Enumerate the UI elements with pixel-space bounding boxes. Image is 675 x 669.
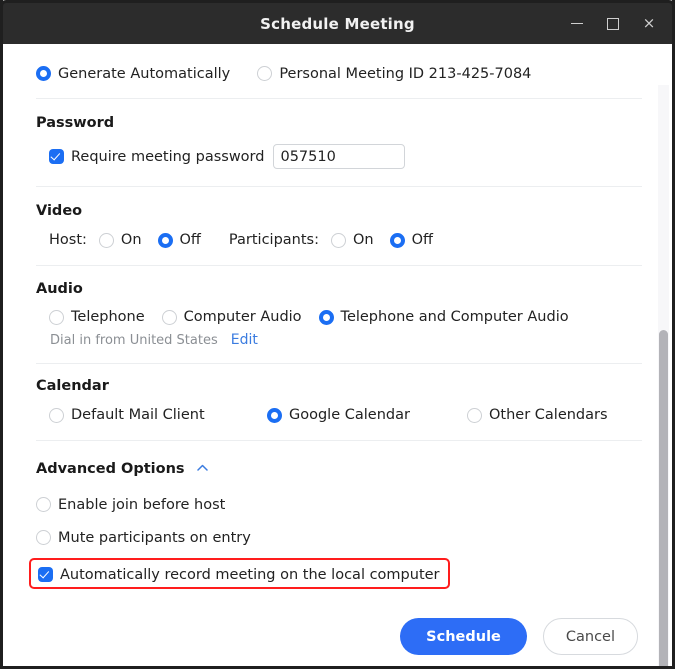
radio-indicator-participants-video-on: [330, 232, 346, 248]
dial-in-row: Dial in from United States Edit: [36, 332, 652, 348]
radio-indicator-personal-meeting-id: [257, 66, 273, 81]
advanced-option-auto-record-row: Automatically record meeting on the loca…: [29, 558, 652, 589]
advanced-options-header[interactable]: Advanced Options: [36, 458, 652, 477]
dial-in-text: Dial in from United States: [50, 333, 218, 348]
audio-section-title: Audio: [36, 281, 83, 297]
close-icon[interactable]: ×: [632, 7, 666, 41]
radio-label-generate-automatically: Generate Automatically: [58, 65, 231, 82]
schedule-meeting-dialog: Schedule Meeting × Generate Automaticall…: [0, 0, 675, 669]
radio-label-telephone-and-computer-audio: Telephone and Computer Audio: [340, 309, 569, 325]
checkbox-require-meeting-password[interactable]: Require meeting password: [49, 149, 264, 165]
advanced-options-title: Advanced Options: [36, 461, 185, 477]
radio-label-personal-meeting-id: Personal Meeting ID 213-425-7084: [279, 65, 532, 82]
radio-label-default-mail-client: Default Mail Client: [71, 407, 205, 423]
meeting-id-row: Generate Automatically Personal Meeting …: [3, 44, 672, 98]
checkbox-indicator-mute-participants-on-entry: [36, 530, 51, 545]
dialog-footer: Schedule Cancel: [400, 618, 638, 655]
checkbox-label-mute-participants-on-entry: Mute participants on entry: [58, 529, 251, 546]
minimize-icon[interactable]: [560, 7, 594, 41]
checkbox-enable-join-before-host[interactable]: Enable join before host: [36, 497, 225, 513]
checkbox-label-require-meeting-password: Require meeting password: [71, 148, 265, 165]
auto-record-highlight-box: Automatically record meeting on the loca…: [29, 558, 450, 589]
radio-indicator-telephone: [49, 309, 64, 325]
radio-participants-video-off[interactable]: Off: [389, 232, 433, 248]
video-section: Video Host: On Off Participants: On Off: [3, 187, 672, 248]
advanced-options-section: Advanced Options Enable join before host…: [3, 441, 672, 589]
radio-label-host-video-off: Off: [179, 232, 201, 248]
cancel-button[interactable]: Cancel: [542, 618, 638, 655]
radio-personal-meeting-id[interactable]: Personal Meeting ID 213-425-7084: [257, 66, 531, 82]
radio-host-video-on[interactable]: On: [98, 232, 142, 248]
checkbox-automatically-record-meeting[interactable]: Automatically record meeting on the loca…: [38, 567, 440, 583]
meeting-password-input[interactable]: [273, 144, 406, 169]
audio-row: Telephone Computer Audio Telephone and C…: [36, 309, 652, 325]
video-row: Host: On Off Participants: On Off: [36, 232, 652, 248]
title-bar: Schedule Meeting ×: [3, 0, 672, 44]
edit-dial-in-link[interactable]: Edit: [231, 332, 258, 348]
radio-default-mail-client[interactable]: Default Mail Client: [49, 407, 267, 423]
password-section-title: Password: [36, 115, 115, 131]
radio-generate-automatically[interactable]: Generate Automatically: [36, 66, 230, 82]
radio-indicator-google-calendar: [267, 407, 282, 423]
radio-host-video-off[interactable]: Off: [157, 232, 201, 248]
video-host-label: Host:: [49, 232, 87, 248]
checkbox-indicator-require-meeting-password: [49, 149, 64, 164]
radio-label-computer-audio: Computer Audio: [183, 309, 302, 325]
chevron-up-icon: [196, 460, 208, 474]
radio-indicator-computer-audio: [161, 309, 177, 325]
radio-label-other-calendars: Other Calendars: [489, 407, 608, 423]
radio-indicator-participants-video-off: [389, 232, 405, 248]
radio-other-calendars[interactable]: Other Calendars: [467, 407, 608, 423]
scrollbar-thumb[interactable]: [659, 330, 668, 666]
radio-telephone[interactable]: Telephone: [49, 309, 145, 325]
radio-telephone-and-computer-audio[interactable]: Telephone and Computer Audio: [318, 309, 569, 325]
radio-label-host-video-on: On: [120, 232, 142, 248]
window-title: Schedule Meeting: [260, 14, 415, 33]
checkbox-indicator-enable-join-before-host: [36, 497, 51, 512]
checkbox-mute-participants-on-entry[interactable]: Mute participants on entry: [36, 530, 251, 546]
radio-indicator-telephone-and-computer-audio: [318, 309, 334, 325]
audio-section: Audio Telephone Computer Audio Telephone…: [3, 266, 672, 348]
schedule-button[interactable]: Schedule: [400, 618, 527, 655]
radio-participants-video-on[interactable]: On: [330, 232, 374, 248]
radio-label-google-calendar: Google Calendar: [289, 407, 410, 423]
radio-google-calendar[interactable]: Google Calendar: [267, 407, 467, 423]
radio-label-participants-video-on: On: [352, 232, 374, 248]
radio-indicator-default-mail-client: [49, 407, 64, 423]
password-row: Require meeting password: [36, 144, 652, 169]
window-controls: ×: [560, 3, 666, 44]
maximize-icon[interactable]: [596, 7, 630, 41]
dialog-body: Generate Automatically Personal Meeting …: [3, 44, 672, 666]
password-section: Password Require meeting password: [3, 99, 672, 169]
video-participants-label: Participants:: [228, 232, 319, 248]
checkbox-label-automatically-record-meeting: Automatically record meeting on the loca…: [60, 566, 440, 583]
video-section-title: Video: [36, 203, 83, 219]
radio-label-participants-video-off: Off: [411, 232, 433, 248]
radio-label-telephone: Telephone: [71, 309, 145, 325]
radio-indicator-generate-automatically: [36, 66, 51, 81]
radio-computer-audio[interactable]: Computer Audio: [161, 309, 302, 325]
radio-indicator-other-calendars: [467, 407, 482, 423]
checkbox-indicator-automatically-record-meeting: [38, 567, 53, 582]
advanced-option-mute-participants-row: Mute participants on entry: [36, 527, 652, 546]
radio-indicator-host-video-off: [157, 232, 173, 248]
calendar-section-title: Calendar: [36, 378, 109, 394]
calendar-row: Default Mail Client Google Calendar Othe…: [36, 407, 652, 423]
radio-indicator-host-video-on: [98, 232, 114, 248]
advanced-option-join-before-host-row: Enable join before host: [36, 494, 652, 513]
calendar-section: Calendar Default Mail Client Google Cale…: [3, 364, 672, 423]
checkbox-label-enable-join-before-host: Enable join before host: [58, 496, 226, 513]
